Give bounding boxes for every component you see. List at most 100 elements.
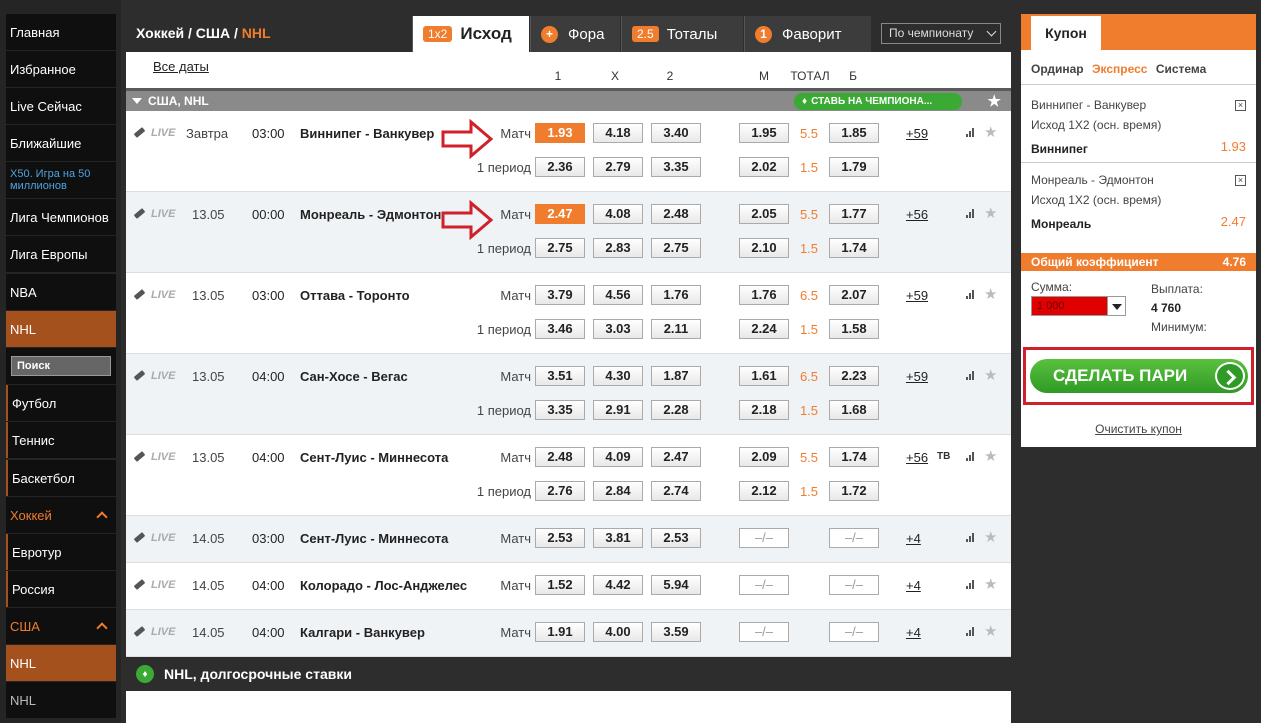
sidebar-item[interactable]: Главная [6, 14, 116, 50]
odd-o1[interactable]: 2.36 [535, 157, 585, 177]
sidebar-item[interactable]: США [6, 608, 116, 644]
clear-coupon-link[interactable]: Очистить купон [1021, 422, 1256, 436]
breadcrumb-path[interactable]: Хоккей / США / [136, 25, 242, 41]
league-header[interactable]: США, NHL ♦ СТАВЬ НА ЧЕМПИОНА... ★ [126, 88, 1011, 111]
stats-icon[interactable] [966, 128, 976, 137]
odd-o2[interactable]: 5.94 [651, 575, 701, 595]
odd-ox[interactable]: 3.03 [593, 319, 643, 339]
sidebar-item[interactable]: NHL [6, 682, 116, 718]
odd-b[interactable]: –/– [829, 528, 879, 548]
event-teams[interactable]: Сан-Хосе - Вегас [300, 369, 408, 384]
sidebar-item[interactable]: Лига Европы [6, 236, 116, 272]
sidebar-item[interactable]: Россия [6, 571, 116, 607]
more-markets-link[interactable]: +4 [906, 531, 921, 546]
odd-o1[interactable]: 2.75 [535, 238, 585, 258]
event-teams[interactable]: Калгари - Ванкувер [300, 625, 425, 640]
odd-o1[interactable]: 3.51 [535, 366, 585, 386]
odd-ox[interactable]: 4.42 [593, 575, 643, 595]
longterm-header[interactable]: ♦ NHL, долгосрочные ставки [126, 657, 1011, 691]
odd-o2[interactable]: 1.87 [651, 366, 701, 386]
odd-o2[interactable]: 2.28 [651, 400, 701, 420]
odd-ox[interactable]: 2.83 [593, 238, 643, 258]
favorite-star-icon[interactable]: ★ [984, 204, 997, 222]
more-markets-link[interactable]: +59 [906, 126, 928, 141]
odd-m[interactable]: –/– [739, 622, 789, 642]
pencil-icon[interactable] [133, 451, 146, 462]
tab-totals[interactable]: 2.5 Тоталы [621, 16, 743, 52]
stats-icon[interactable] [966, 533, 976, 542]
close-icon[interactable]: × [1235, 175, 1246, 186]
tab-outcome[interactable]: 1x2 Исход [412, 16, 529, 52]
odd-m[interactable]: 2.18 [739, 400, 789, 420]
favorite-star-icon[interactable]: ★ [984, 123, 997, 141]
search-box[interactable]: Поиск [11, 356, 111, 376]
odd-o1[interactable]: 3.46 [535, 319, 585, 339]
odd-m[interactable]: 2.02 [739, 157, 789, 177]
odd-m[interactable]: –/– [739, 575, 789, 595]
sidebar-item[interactable]: Евротур [6, 534, 116, 570]
pencil-icon[interactable] [133, 289, 146, 300]
more-markets-link[interactable]: +56 [906, 450, 928, 465]
odd-m[interactable]: 2.05 [739, 204, 789, 224]
pencil-icon[interactable] [133, 532, 146, 543]
odd-b[interactable]: 1.58 [829, 319, 879, 339]
sort-select[interactable]: По чемпионату [881, 23, 1001, 44]
sidebar-item[interactable]: NHL [6, 311, 116, 347]
odd-m[interactable]: 1.76 [739, 285, 789, 305]
pencil-icon[interactable] [133, 127, 146, 138]
odd-m[interactable]: 1.95 [739, 123, 789, 143]
stats-icon[interactable] [966, 371, 976, 380]
event-teams[interactable]: Сент-Луис - Миннесота [300, 531, 448, 546]
event-teams[interactable]: Виннипег - Ванкувер [300, 126, 434, 141]
odd-o2[interactable]: 2.75 [651, 238, 701, 258]
odd-o1[interactable]: 1.93 [535, 123, 585, 143]
sidebar-item[interactable]: NHL [6, 645, 116, 681]
odd-o2[interactable]: 3.40 [651, 123, 701, 143]
odd-b[interactable]: 1.68 [829, 400, 879, 420]
odd-o2[interactable]: 2.48 [651, 204, 701, 224]
odd-m[interactable]: 1.61 [739, 366, 789, 386]
sum-dropdown-icon[interactable] [1107, 296, 1126, 316]
tab-favorite[interactable]: 1 Фаворит [744, 16, 871, 52]
odd-b[interactable]: –/– [829, 575, 879, 595]
event-teams[interactable]: Сент-Луис - Миннесота [300, 450, 448, 465]
sidebar-item[interactable]: NBA [6, 274, 116, 310]
odd-o1[interactable]: 2.76 [535, 481, 585, 501]
tab-handicap[interactable]: + Фора [530, 16, 620, 52]
more-markets-link[interactable]: +59 [906, 288, 928, 303]
odd-ox[interactable]: 4.00 [593, 622, 643, 642]
sidebar-item[interactable]: Баскетбол [6, 460, 116, 496]
odd-ox[interactable]: 4.56 [593, 285, 643, 305]
event-teams[interactable]: Монреаль - Эдмонтон [300, 207, 441, 222]
odd-ox[interactable]: 2.79 [593, 157, 643, 177]
sidebar-item[interactable]: Хоккей [6, 497, 116, 533]
odd-o1[interactable]: 3.35 [535, 400, 585, 420]
pencil-icon[interactable] [133, 208, 146, 219]
favorite-star-icon[interactable]: ★ [984, 366, 997, 384]
sidebar-item[interactable]: Live Сейчас [6, 88, 116, 124]
odd-o2[interactable]: 2.47 [651, 447, 701, 467]
favorite-star-icon[interactable]: ★ [984, 528, 997, 546]
odd-ox[interactable]: 4.30 [593, 366, 643, 386]
odd-o1[interactable]: 2.47 [535, 204, 585, 224]
odd-ox[interactable]: 3.81 [593, 528, 643, 548]
odd-o2[interactable]: 3.35 [651, 157, 701, 177]
more-markets-link[interactable]: +4 [906, 625, 921, 640]
odd-o1[interactable]: 1.52 [535, 575, 585, 595]
odd-o2[interactable]: 3.59 [651, 622, 701, 642]
odd-ox[interactable]: 4.08 [593, 204, 643, 224]
odd-m[interactable]: 2.10 [739, 238, 789, 258]
mode-system[interactable]: Система [1156, 62, 1207, 76]
sidebar-item[interactable]: Лига Чемпионов [6, 199, 116, 235]
stats-icon[interactable] [966, 580, 976, 589]
odd-m[interactable]: –/– [739, 528, 789, 548]
coupon-tab[interactable]: Купон [1031, 16, 1101, 50]
odd-ox[interactable]: 4.18 [593, 123, 643, 143]
odd-m[interactable]: 2.12 [739, 481, 789, 501]
more-markets-link[interactable]: +4 [906, 578, 921, 593]
odd-b[interactable]: 1.85 [829, 123, 879, 143]
odd-b[interactable]: 1.74 [829, 447, 879, 467]
odd-ox[interactable]: 2.84 [593, 481, 643, 501]
odd-b[interactable]: 1.79 [829, 157, 879, 177]
more-markets-link[interactable]: +59 [906, 369, 928, 384]
